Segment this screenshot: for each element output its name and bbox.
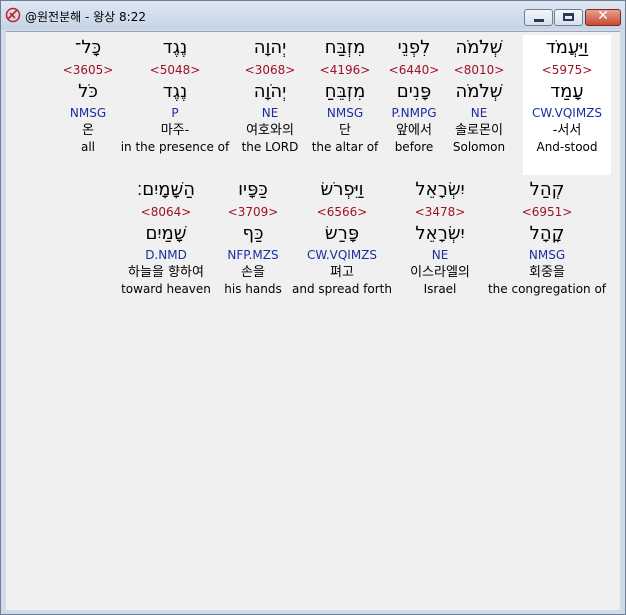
english-gloss: and spread forth bbox=[292, 282, 392, 296]
grammar-code: D.NMD bbox=[145, 248, 187, 262]
korean-gloss: 앞에서 bbox=[396, 123, 432, 138]
word-column[interactable]: כָּל־ <3605> כֹּל NMSG 온 all bbox=[58, 35, 118, 155]
word-column[interactable]: שְׁלֹמֹה <8010> שְׁלֹמֹה NE 솔로몬이 Solomon bbox=[434, 35, 524, 155]
korean-gloss: 회중을 bbox=[529, 265, 565, 280]
grammar-code: NMSG bbox=[326, 106, 364, 120]
grammar-code: NE bbox=[431, 248, 449, 262]
close-button[interactable]: ✕ bbox=[585, 8, 621, 26]
english-gloss: And-stood bbox=[536, 140, 598, 154]
word-column[interactable]: מִזְבַּח <4196> מִזְבֵּחַ NMSG 단 the alt… bbox=[304, 35, 386, 155]
strong-number[interactable]: <6566> bbox=[290, 203, 394, 221]
word-column[interactable]: וַיִּפְרֹשׂ <6566> פָּרַשׂ CW.VQIMZS 펴고 … bbox=[290, 177, 394, 297]
strong-number[interactable]: <8064> bbox=[116, 203, 216, 221]
hebrew-word: יְהוָה bbox=[253, 37, 287, 58]
hebrew-word: קְהַל bbox=[529, 179, 565, 200]
hebrew-word: מִזְבַּח bbox=[324, 37, 366, 58]
hebrew-lemma: מִזְבֵּחַ bbox=[324, 81, 366, 102]
hebrew-word: כָּל־ bbox=[74, 37, 102, 58]
grammar-code: CW.VQIMZS bbox=[531, 106, 603, 120]
hebrew-lemma: כֹּל bbox=[78, 81, 98, 102]
hebrew-word: נֶגֶד bbox=[162, 37, 188, 58]
word-column[interactable]: קְהַל <6951> קָהָל NMSG 회중을 the congrega… bbox=[486, 177, 608, 297]
korean-gloss: 이스라엘의 bbox=[410, 265, 470, 280]
korean-gloss: 여호와의 bbox=[246, 123, 294, 138]
hebrew-lemma: פָּרַשׂ bbox=[324, 223, 360, 244]
english-gloss: Israel bbox=[423, 282, 457, 296]
hebrew-lemma: עָמַד bbox=[550, 81, 584, 102]
hebrew-word: כַּפָּיו bbox=[238, 179, 268, 200]
strong-number[interactable]: <3068> bbox=[230, 61, 310, 79]
english-gloss: his hands bbox=[224, 282, 282, 296]
hebrew-lemma: פָּנִים bbox=[396, 81, 432, 102]
hebrew-lemma: שָׁמַיִם bbox=[145, 223, 187, 244]
maximize-button[interactable] bbox=[554, 9, 583, 26]
english-gloss: all bbox=[80, 140, 96, 154]
strong-number[interactable]: <6951> bbox=[486, 203, 608, 221]
word-column-selected[interactable]: וַיַּעֲמֹד <5975> עָמַד CW.VQIMZS -서서 An… bbox=[523, 35, 611, 175]
hebrew-word: וַיַּעֲמֹד bbox=[545, 37, 589, 58]
window-title: @원전분해 - 왕상 8:22 bbox=[25, 10, 146, 24]
korean-gloss: 솔로몬이 bbox=[455, 123, 503, 138]
hebrew-lemma: קָהָל bbox=[529, 223, 565, 244]
grammar-code: NE bbox=[470, 106, 488, 120]
strong-number[interactable]: <4196> bbox=[304, 61, 386, 79]
english-gloss: Solomon bbox=[452, 140, 506, 154]
korean-gloss: 하늘을 향하여 bbox=[128, 265, 204, 280]
hebrew-lemma: שְׁלֹמֹה bbox=[455, 81, 503, 102]
grammar-code: NFP.MZS bbox=[227, 248, 279, 262]
title-bar[interactable]: @원전분해 - 왕상 8:22 ✕ bbox=[1, 1, 625, 29]
hebrew-word: לִפְנֵי bbox=[397, 37, 431, 58]
strong-number[interactable]: <3605> bbox=[58, 61, 118, 79]
strong-number[interactable]: <5048> bbox=[114, 61, 236, 79]
word-column[interactable]: לִפְנֵי <6440> פָּנִים P.NMPG 앞에서 before bbox=[384, 35, 444, 155]
word-column[interactable]: הַשָּׁמָיִם׃ <8064> שָׁמַיִם D.NMD 하늘을 향… bbox=[116, 177, 216, 297]
korean-gloss: 온 bbox=[82, 123, 94, 138]
hebrew-word: וַיִּפְרֹשׂ bbox=[320, 179, 364, 200]
korean-gloss: 펴고 bbox=[330, 265, 354, 280]
word-column[interactable]: נֶגֶד <5048> נֶגֶד P 마주- in the presence… bbox=[114, 35, 236, 155]
strong-number[interactable]: <3478> bbox=[394, 203, 486, 221]
grammar-code: NMSG bbox=[528, 248, 566, 262]
strong-number[interactable]: <8010> bbox=[434, 61, 524, 79]
word-column[interactable]: יִשְׂרָאֵל <3478> יִשְׂרָאֵל NE 이스라엘의 Is… bbox=[394, 177, 486, 297]
korean-gloss: -서서 bbox=[552, 123, 582, 138]
word-column[interactable]: יְהוָה <3068> יְהֹוָה NE 여호와의 the LORD bbox=[230, 35, 310, 155]
korean-gloss: 단 bbox=[339, 123, 351, 138]
english-gloss: in the presence of bbox=[120, 140, 230, 154]
app-window: @원전분해 - 왕상 8:22 ✕ וַיַּעֲמֹד <5975> עָמַ… bbox=[0, 0, 626, 615]
app-icon bbox=[5, 7, 21, 23]
english-gloss: the LORD bbox=[241, 140, 299, 154]
hebrew-lemma: יִשְׂרָאֵל bbox=[415, 223, 465, 244]
english-gloss: the congregation of bbox=[487, 282, 607, 296]
close-icon: ✕ bbox=[597, 8, 609, 24]
korean-gloss: 마주- bbox=[160, 123, 190, 138]
grammar-code: P bbox=[171, 106, 179, 120]
strong-number[interactable]: <5975> bbox=[523, 61, 611, 79]
hebrew-lemma: נֶגֶד bbox=[162, 81, 188, 102]
grammar-code: CW.VQIMZS bbox=[306, 248, 378, 262]
hebrew-word: יִשְׂרָאֵל bbox=[415, 179, 465, 200]
hebrew-word: הַשָּׁמָיִם׃ bbox=[136, 179, 196, 200]
english-gloss: toward heaven bbox=[121, 282, 211, 296]
grammar-code: NE bbox=[261, 106, 279, 120]
korean-gloss: 손을 bbox=[241, 265, 265, 280]
english-gloss: before bbox=[394, 140, 434, 154]
strong-number[interactable]: <6440> bbox=[384, 61, 444, 79]
strong-number[interactable]: <3709> bbox=[216, 203, 290, 221]
grammar-code: NMSG bbox=[69, 106, 107, 120]
english-gloss: the altar of bbox=[311, 140, 379, 154]
hebrew-word: שְׁלֹמֹה bbox=[455, 37, 503, 58]
word-column[interactable]: כַּפָּיו <3709> כַּף NFP.MZS 손을 his hand… bbox=[216, 177, 290, 297]
minimize-button[interactable] bbox=[524, 9, 553, 26]
grammar-code: P.NMPG bbox=[391, 106, 437, 120]
hebrew-lemma: יְהֹוָה bbox=[253, 81, 287, 102]
hebrew-lemma: כַּף bbox=[242, 223, 264, 244]
maximize-icon bbox=[563, 13, 574, 21]
minimize-icon bbox=[534, 19, 544, 22]
interlinear-view: וַיַּעֲמֹד <5975> עָמַד CW.VQIMZS -서서 An… bbox=[6, 31, 620, 610]
